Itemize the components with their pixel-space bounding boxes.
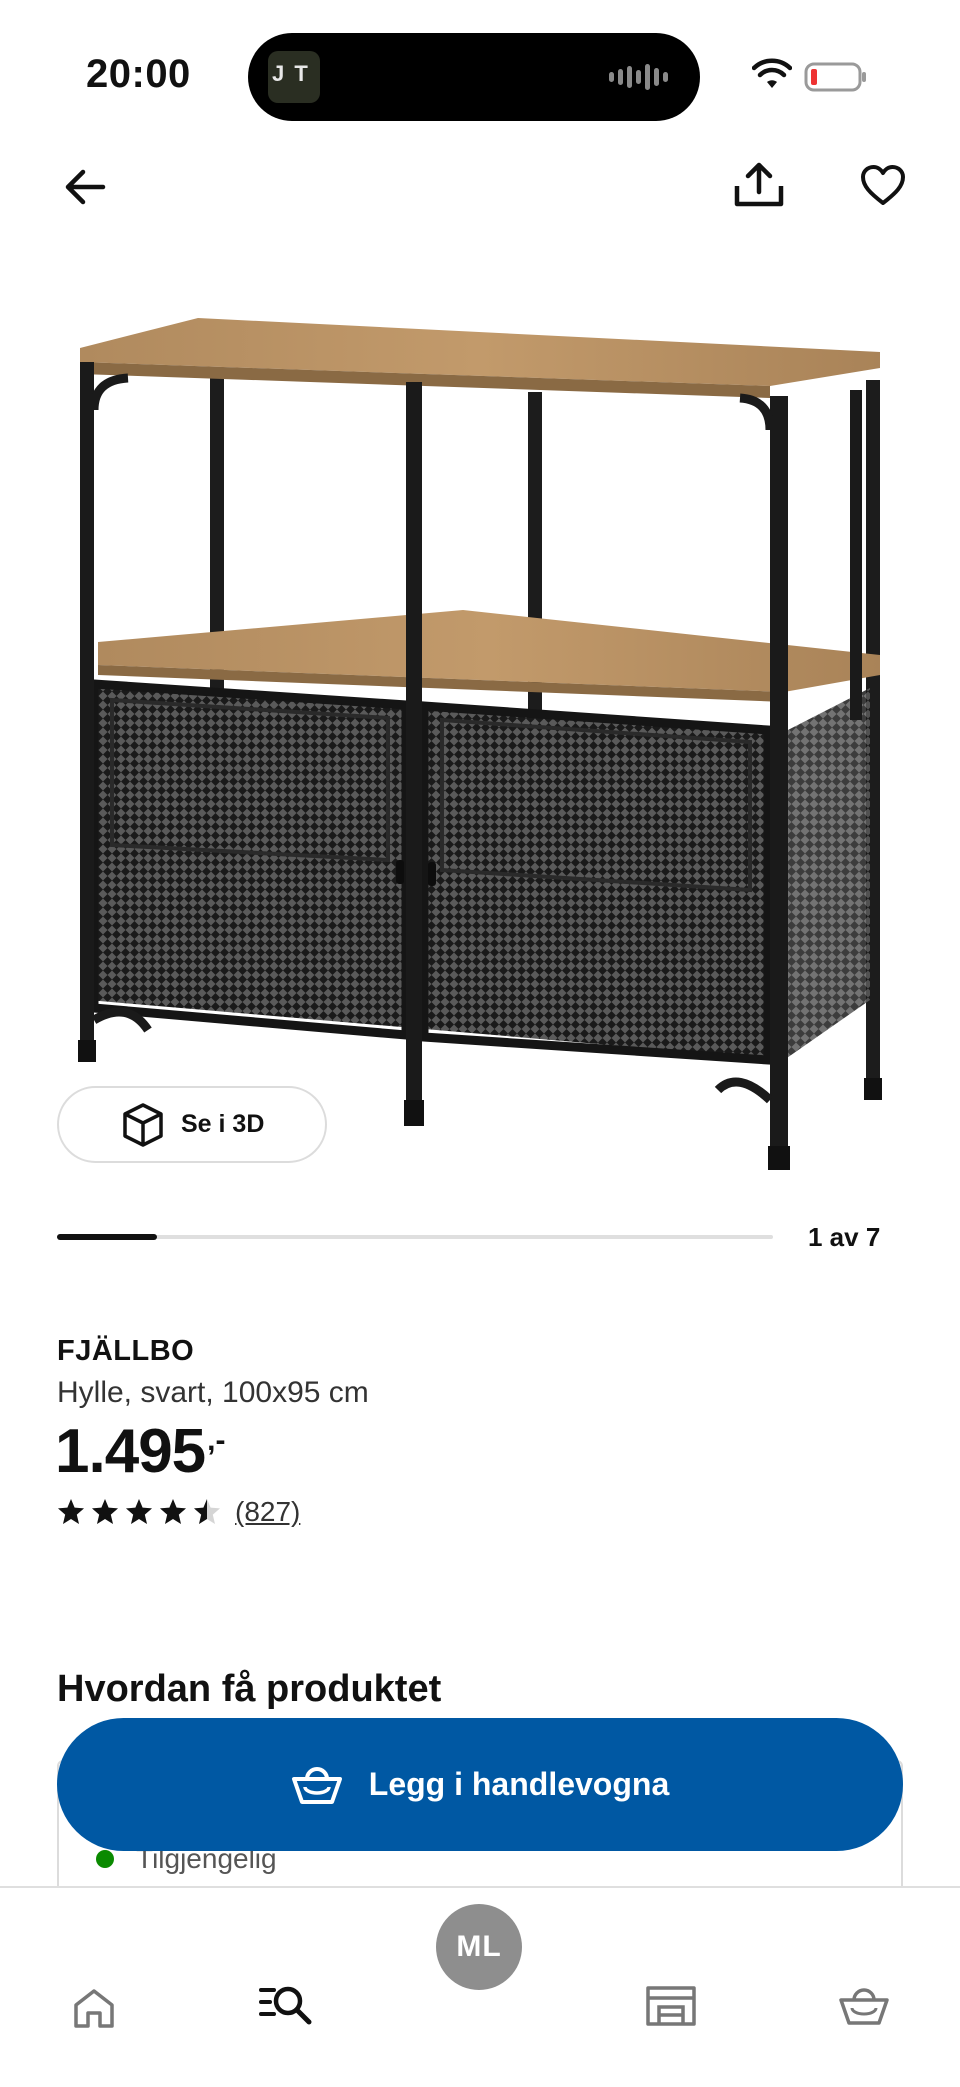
image-carousel-progress[interactable] [57,1234,773,1240]
star-icon [92,1499,118,1524]
product-rating[interactable]: (827) [57,1496,300,1528]
store-icon [646,1986,696,2026]
product-image[interactable] [58,300,894,1180]
nav-search[interactable] [226,1944,346,2064]
review-count-link[interactable]: (827) [235,1496,300,1528]
availability-status-dot [96,1850,114,1868]
island-media-thumbnail: J T [268,51,320,103]
heart-icon [861,165,905,205]
product-price: 1.495 ,- [55,1416,225,1487]
star-icon [160,1499,186,1524]
star-icon [58,1499,84,1524]
dynamic-island[interactable]: J T [248,33,700,121]
basket-icon [291,1766,342,1804]
nav-profile-avatar[interactable]: ML [436,1904,522,1990]
rating-stars [57,1498,221,1526]
status-time: 20:00 [86,52,191,96]
price-amount: 1.495 [55,1417,206,1486]
add-to-cart-button[interactable]: Legg i handlevogna [57,1718,903,1851]
star-icon [126,1499,152,1524]
nav-home[interactable] [34,1948,154,2068]
profile-initials: ML [456,1930,502,1963]
audio-wave-icon [609,63,668,91]
home-icon [74,1989,114,2028]
share-icon [734,162,784,207]
price-suffix: ,- [207,1424,226,1457]
product-name: FJÄLLBO [57,1335,195,1367]
image-counter: 1 av 7 [808,1222,881,1252]
add-to-cart-label: Legg i handlevogna [368,1766,670,1802]
island-thumb-text: J T [272,61,310,86]
image-carousel-progress-fill [57,1234,158,1240]
view-3d-label: Se i 3D [181,1110,265,1138]
basket-icon [839,1988,889,2025]
nav-store[interactable] [611,1946,731,2066]
back-button[interactable] [50,152,120,222]
how-to-get-heading: Hvordan få produktet [57,1668,442,1710]
product-description: Hylle, svart, 100x95 cm [57,1376,369,1409]
view-3d-button[interactable]: Se i 3D [57,1086,327,1163]
cube-3d-icon [123,1102,163,1147]
nav-cart[interactable] [804,1946,924,2066]
arrow-left-icon [65,169,106,205]
favorite-button[interactable] [848,150,918,220]
share-button[interactable] [724,150,794,220]
battery-icon [804,62,866,92]
wifi-icon [752,58,792,88]
star-icon [194,1499,220,1524]
search-list-icon [259,1986,312,2025]
